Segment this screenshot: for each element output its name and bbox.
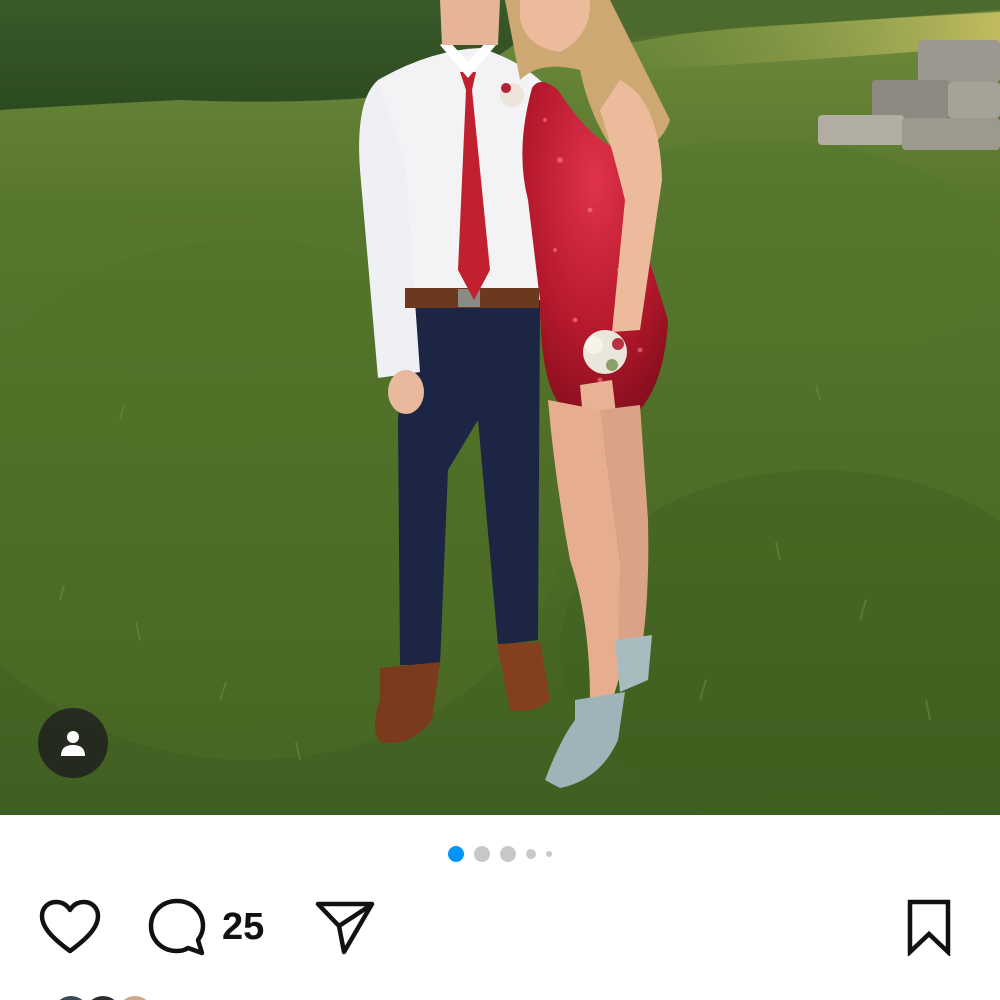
avatar (82, 993, 124, 1000)
avatar (50, 993, 92, 1000)
save-button[interactable] (902, 895, 956, 959)
instagram-post: 25 (0, 0, 1000, 1000)
post-photo[interactable] (0, 0, 1000, 815)
bookmark-icon (907, 899, 951, 956)
like-button[interactable] (38, 895, 102, 959)
post-action-bar: 25 (0, 895, 1000, 959)
paper-plane-icon (315, 901, 375, 955)
share-button[interactable] (314, 895, 376, 959)
person-icon (61, 731, 85, 756)
carousel-dot[interactable] (474, 846, 490, 862)
liked-by-avatars[interactable] (50, 993, 156, 1000)
post-photo-image (0, 0, 1000, 815)
comment-count[interactable]: 25 (222, 906, 264, 949)
tagged-people-button[interactable] (38, 708, 108, 778)
carousel-dot[interactable] (546, 851, 552, 857)
comment-bubble-icon (148, 898, 206, 956)
carousel-indicator (0, 846, 1000, 862)
carousel-dot[interactable] (526, 849, 536, 859)
carousel-dot-active[interactable] (448, 846, 464, 862)
carousel-dot[interactable] (500, 846, 516, 862)
heart-icon (39, 899, 101, 954)
comment-button[interactable]: 25 (146, 895, 264, 959)
avatar (114, 993, 156, 1000)
